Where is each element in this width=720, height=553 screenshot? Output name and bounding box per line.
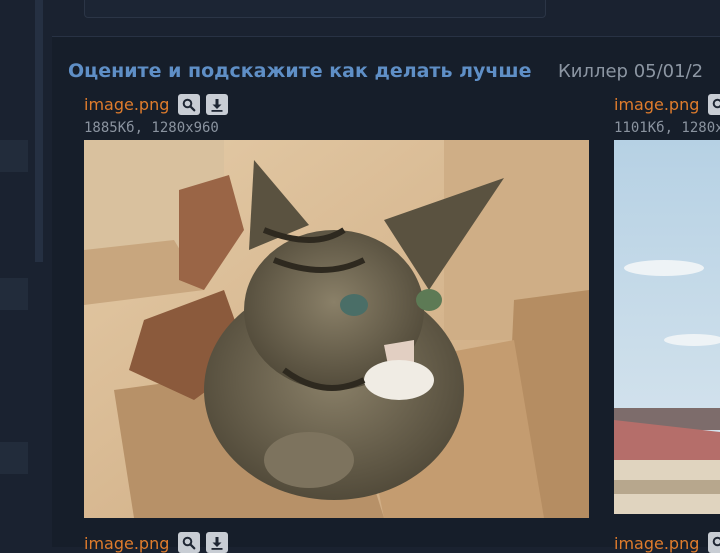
attachment-info: 1885Кб, 1280x960 bbox=[84, 120, 219, 136]
attachment-filename-link[interactable]: image.png bbox=[614, 534, 699, 553]
search-icon[interactable] bbox=[708, 532, 720, 553]
download-icon[interactable] bbox=[206, 94, 228, 115]
previous-post-box bbox=[84, 0, 546, 18]
sidebar-item[interactable] bbox=[0, 140, 28, 172]
post-title: Оцените и подскажите как делать лучше bbox=[68, 60, 532, 82]
attachment-info: 1101Кб, 1280x bbox=[614, 120, 720, 136]
sidebar-item[interactable] bbox=[0, 442, 28, 474]
attachment-filename-link[interactable]: image.png bbox=[614, 95, 699, 114]
sidebar-scrollbar[interactable] bbox=[35, 0, 43, 262]
attachment-thumbnail-sky[interactable] bbox=[614, 140, 720, 514]
left-sidebar bbox=[0, 0, 52, 546]
cat-photo bbox=[84, 140, 589, 518]
download-icon[interactable] bbox=[206, 532, 228, 553]
search-icon[interactable] bbox=[708, 94, 720, 115]
attachment-thumbnail-cat[interactable] bbox=[84, 140, 589, 518]
sky-photo bbox=[614, 140, 720, 514]
sidebar-item[interactable] bbox=[0, 278, 28, 310]
search-icon[interactable] bbox=[178, 532, 200, 553]
attachment-filename-link[interactable]: image.png bbox=[84, 95, 169, 114]
attachment-filename-link[interactable]: image.png bbox=[84, 534, 169, 553]
post-meta: Киллер 05/01/2 bbox=[558, 61, 704, 82]
search-icon[interactable] bbox=[178, 94, 200, 115]
